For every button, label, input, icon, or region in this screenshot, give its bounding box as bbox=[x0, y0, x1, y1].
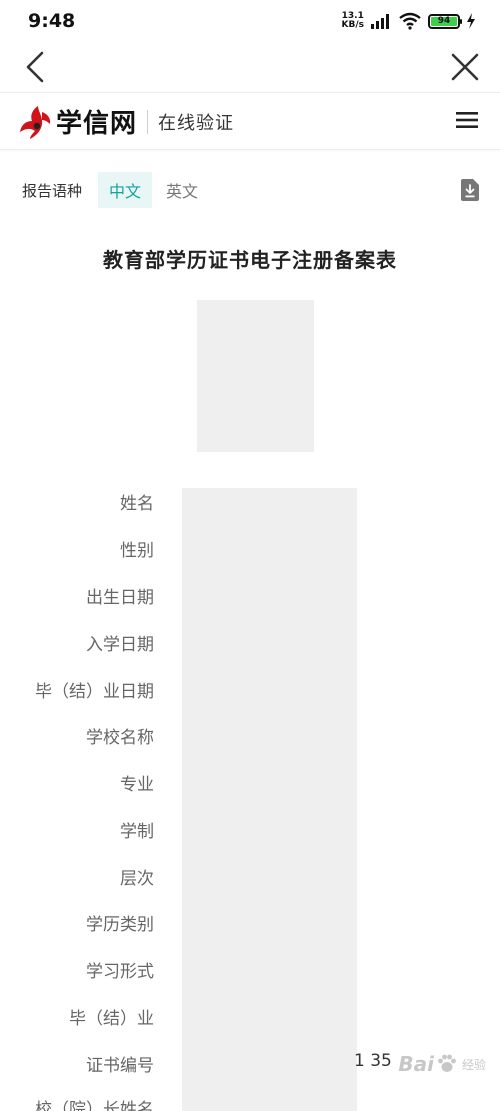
status-time: 9:48 bbox=[28, 10, 76, 32]
field-label-duration: 学制 bbox=[120, 822, 154, 842]
tab-chinese[interactable]: 中文 bbox=[98, 172, 152, 208]
battery-level: 94 bbox=[431, 16, 457, 26]
language-selector: 报告语种 中文 英文 bbox=[0, 170, 500, 210]
field-label-president-name: 校（院）长姓名 bbox=[35, 1100, 154, 1111]
signal-icon bbox=[371, 14, 389, 29]
language-label: 报告语种 bbox=[22, 182, 83, 200]
site-header: 学信网 在线验证 bbox=[0, 92, 500, 150]
field-label-name: 姓名 bbox=[120, 494, 154, 514]
logo-text: 学信网 bbox=[56, 109, 138, 139]
field-label-school-name: 学校名称 bbox=[86, 728, 154, 748]
logo[interactable]: 学信网 在线验证 bbox=[18, 103, 234, 140]
logo-mark-icon bbox=[20, 105, 51, 139]
photo-placeholder bbox=[197, 300, 314, 452]
charging-icon bbox=[467, 13, 475, 29]
close-icon[interactable] bbox=[448, 50, 482, 84]
field-label-enroll-date: 入学日期 bbox=[86, 635, 154, 655]
battery-icon: 94 bbox=[428, 13, 462, 29]
menu-icon[interactable] bbox=[456, 111, 478, 129]
field-label-major: 专业 bbox=[120, 775, 154, 795]
paw-icon bbox=[438, 1054, 456, 1072]
field-label-certificate-number: 证书编号 bbox=[86, 1056, 154, 1076]
status-icons: 13.1 KB/s 94 bbox=[342, 12, 476, 30]
field-label-birth-date: 出生日期 bbox=[86, 588, 154, 608]
net-speed: 13.1 KB/s bbox=[342, 12, 364, 30]
field-label-level: 层次 bbox=[120, 869, 154, 889]
field-label-degree-type: 学历类别 bbox=[86, 915, 154, 935]
watermark-brand-a: Bai bbox=[398, 1052, 434, 1076]
field-label-gender: 性别 bbox=[120, 541, 154, 561]
watermark-brand-b: 经验 bbox=[461, 1057, 486, 1072]
values-redaction bbox=[182, 488, 357, 1111]
header-subtitle: 在线验证 bbox=[158, 112, 235, 134]
wifi-icon bbox=[399, 12, 421, 30]
logo-divider bbox=[147, 109, 149, 134]
document-title: 教育部学历证书电子注册备案表 bbox=[103, 248, 397, 272]
nav-bar bbox=[0, 46, 500, 90]
watermark: Bai 经验 bbox=[398, 1052, 486, 1076]
tab-english[interactable]: 英文 bbox=[162, 172, 202, 208]
back-arrow-icon[interactable] bbox=[22, 50, 50, 84]
certificate-number-tail: 1 35 bbox=[354, 1051, 392, 1071]
download-icon[interactable] bbox=[460, 179, 480, 201]
field-label-graduation: 毕（结）业 bbox=[69, 1009, 154, 1029]
net-speed-unit: KB/s bbox=[341, 20, 364, 30]
field-label-graduation-date: 毕（结）业日期 bbox=[35, 682, 154, 702]
status-bar: 9:48 13.1 KB/s 94 bbox=[0, 0, 500, 46]
field-label-study-form: 学习形式 bbox=[86, 962, 154, 982]
